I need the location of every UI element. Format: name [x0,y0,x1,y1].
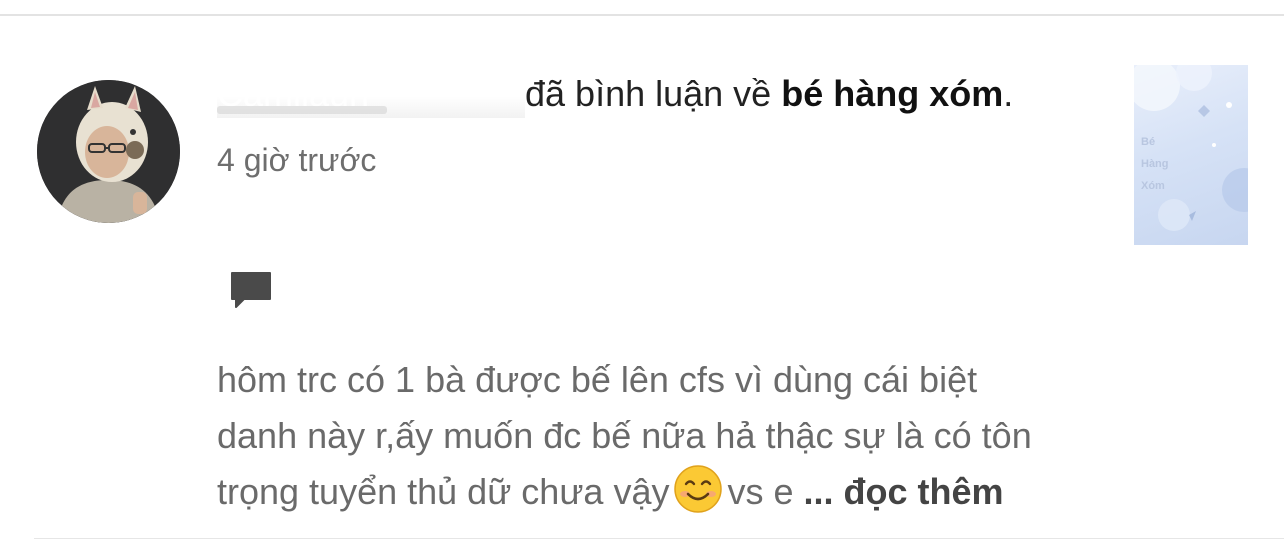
comment-line-3-start: trọng tuyển thủ dữ chưa vậy [217,471,670,512]
timestamp: 4 giờ trước [217,142,377,178]
comment-line-3: trọng tuyển thủ dữ chưa vậy vs e ... đọc… [217,464,1117,520]
comment-text[interactable]: hôm trc có 1 bà được bế lên cfs vì dùng … [217,352,1117,520]
action-text: đã bình luận về [525,73,772,114]
comment-line-3-end: vs e [727,471,794,512]
title-suffix: . [1003,73,1014,114]
comment-line-1: hôm trc có 1 bà được bế lên cfs vì dùng … [217,359,978,400]
story-thumbnail[interactable]: Bé Hàng Xóm [1134,65,1248,245]
top-divider [0,14,1284,16]
read-more-link[interactable]: ... đọc thêm [804,471,1004,512]
smiling-face-emoji [673,464,723,514]
story-title-link[interactable]: bé hàng xóm [781,73,1003,114]
avatar-image [37,80,180,223]
thumbnail-title: Bé Hàng Xóm [1141,136,1169,192]
bottom-divider [34,538,1284,539]
username-link[interactable]: Camilaun [217,70,525,118]
comment-line-2: danh này r,ấy muốn đc bế nữa hả thậc sự … [217,415,1032,456]
notification-headline: Camilaun đã bình luận về bé hàng xóm. [217,70,1013,118]
comment-bubble-icon [230,271,272,309]
user-avatar[interactable] [37,80,180,223]
